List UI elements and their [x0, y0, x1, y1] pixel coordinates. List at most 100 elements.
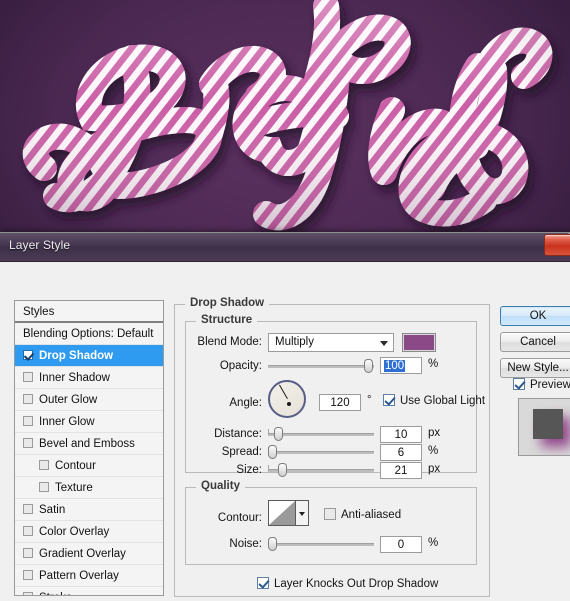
sidebar-item-label: Pattern Overlay	[39, 570, 119, 582]
noise-slider-track	[268, 543, 374, 546]
preview-label: Preview	[530, 379, 570, 391]
use-global-light-label: Use Global Light	[400, 395, 486, 407]
size-slider-tick	[268, 465, 269, 471]
layer-style-dialog: Layer Style Styles Blending Options: Def…	[0, 232, 570, 601]
blend-mode-label: Blend Mode:	[197, 336, 262, 348]
chevron-down-icon	[380, 341, 388, 346]
preview-checkbox[interactable]: Preview	[513, 378, 570, 391]
distance-unit: px	[428, 427, 441, 439]
sidebar-item-gradient-overlay[interactable]: Gradient Overlay	[15, 543, 163, 565]
bevel-emboss-checkbox-icon[interactable]	[23, 438, 33, 448]
styles-list[interactable]: Styles Blending Options: Default Drop Sh…	[14, 300, 164, 596]
ok-button[interactable]: OK	[500, 306, 570, 326]
sidebar-item-label: Bevel and Emboss	[39, 438, 135, 450]
spread-unit: %	[428, 445, 439, 457]
stroke-checkbox-icon[interactable]	[23, 592, 33, 595]
opacity-slider-thumb[interactable]	[364, 359, 373, 373]
anti-aliased-label: Anti-aliased	[341, 509, 402, 521]
distance-label: Distance:	[214, 428, 262, 440]
close-icon[interactable]	[544, 234, 570, 256]
distance-input[interactable]: 10	[380, 426, 422, 443]
sidebar-item-drop-shadow[interactable]: Drop Shadow	[15, 345, 163, 367]
sidebar-item-pattern-overlay[interactable]: Pattern Overlay	[15, 565, 163, 587]
use-global-light-check-icon	[383, 394, 395, 406]
sidebar-item-label: Gradient Overlay	[39, 548, 126, 560]
contour-checkbox-icon[interactable]	[39, 460, 49, 470]
distance-slider-tick	[268, 429, 269, 435]
distance-slider-thumb[interactable]	[274, 427, 283, 441]
opacity-slider-track	[268, 365, 374, 368]
opacity-label: Opacity:	[219, 360, 262, 372]
dialog-titlebar[interactable]: Layer Style	[0, 233, 570, 262]
color-overlay-checkbox-icon[interactable]	[23, 526, 33, 536]
opacity-slider[interactable]	[268, 359, 374, 373]
gradient-overlay-checkbox-icon[interactable]	[23, 548, 33, 558]
noise-input[interactable]: 0	[380, 536, 422, 553]
use-global-light-checkbox[interactable]: Use Global Light	[383, 394, 485, 407]
sidebar-item-stroke[interactable]: Stroke	[15, 587, 163, 595]
sidebar-item-label: Contour	[55, 460, 96, 472]
sidebar-item-outer-glow[interactable]: Outer Glow	[15, 389, 163, 411]
blend-mode-select[interactable]: Multiply	[268, 333, 394, 352]
layer-knocks-out-checkbox[interactable]: Layer Knocks Out Drop Shadow	[257, 577, 438, 590]
drop-shadow-checkbox-icon[interactable]	[23, 350, 33, 360]
sidebar-item-texture[interactable]: Texture	[15, 477, 163, 499]
spread-slider-thumb[interactable]	[268, 445, 277, 459]
size-value: 21	[394, 465, 408, 477]
background-artwork	[0, 0, 570, 232]
cancel-button[interactable]: Cancel	[500, 332, 570, 352]
quality-group-label: Quality	[196, 480, 245, 492]
size-unit: px	[428, 463, 441, 475]
dialog-title: Layer Style	[9, 238, 71, 252]
spread-input[interactable]: 6	[380, 444, 422, 461]
anti-aliased-check-icon	[324, 508, 336, 520]
drop-shadow-group-label: Drop Shadow	[185, 297, 270, 309]
texture-checkbox-icon[interactable]	[39, 482, 49, 492]
noise-slider-thumb[interactable]	[268, 537, 277, 551]
layer-knocks-out-label: Layer Knocks Out Drop Shadow	[274, 578, 439, 590]
size-slider[interactable]	[268, 463, 374, 477]
opacity-input[interactable]: 100	[380, 357, 422, 374]
layer-knocks-out-check-icon	[257, 577, 269, 589]
contour-dropdown-icon[interactable]	[296, 500, 309, 526]
preview-check-icon	[513, 378, 525, 390]
sidebar-item-contour[interactable]: Contour	[15, 455, 163, 477]
spread-value: 6	[397, 447, 405, 459]
spread-label: Spread:	[221, 446, 262, 458]
preview-thumbnail	[518, 398, 570, 456]
sidebar-item-bevel-and-emboss[interactable]: Bevel and Emboss	[15, 433, 163, 455]
angle-dial[interactable]	[268, 380, 306, 418]
inner-glow-checkbox-icon[interactable]	[23, 416, 33, 426]
drop-shadow-panel: Drop Shadow Structure Blend Mode: Multip…	[174, 292, 494, 597]
opacity-value: 100	[384, 360, 406, 372]
pattern-overlay-checkbox-icon[interactable]	[23, 570, 33, 580]
opacity-unit: %	[428, 358, 439, 370]
distance-slider[interactable]	[268, 427, 374, 441]
shadow-color-swatch[interactable]	[402, 333, 436, 352]
contour-preset-swatch[interactable]	[268, 500, 296, 526]
spread-slider[interactable]	[268, 445, 374, 459]
sidebar-item-inner-shadow[interactable]: Inner Shadow	[15, 367, 163, 389]
satin-checkbox-icon[interactable]	[23, 504, 33, 514]
sidebar-item-blending-options[interactable]: Blending Options: Default	[15, 323, 163, 345]
preview-square	[533, 409, 563, 439]
size-input[interactable]: 21	[380, 462, 422, 479]
inner-shadow-checkbox-icon[interactable]	[23, 372, 33, 382]
sidebar-item-satin[interactable]: Satin	[15, 499, 163, 521]
anti-aliased-checkbox[interactable]: Anti-aliased	[324, 508, 401, 521]
structure-group: Structure Blend Mode: Multiply Opacity: …	[185, 314, 485, 479]
sidebar-item-label: Satin	[39, 504, 66, 516]
angle-value: 120	[330, 397, 350, 409]
sidebar-item-color-overlay[interactable]: Color Overlay	[15, 521, 163, 543]
sidebar-item-inner-glow[interactable]: Inner Glow	[15, 411, 163, 433]
new-style-button[interactable]: New Style...	[500, 358, 570, 378]
blend-mode-value: Multiply	[275, 336, 314, 348]
sidebar-item-label: Outer Glow	[39, 394, 98, 406]
quality-group: Quality Contour: Anti-aliased Noise: 0 %	[185, 480, 477, 565]
sidebar-item-label: Drop Shadow	[39, 350, 114, 362]
contour-label: Contour:	[217, 512, 262, 524]
outer-glow-checkbox-icon[interactable]	[23, 394, 33, 404]
size-slider-thumb[interactable]	[278, 463, 287, 477]
angle-input[interactable]: 120	[319, 394, 361, 411]
noise-slider[interactable]	[268, 537, 374, 551]
